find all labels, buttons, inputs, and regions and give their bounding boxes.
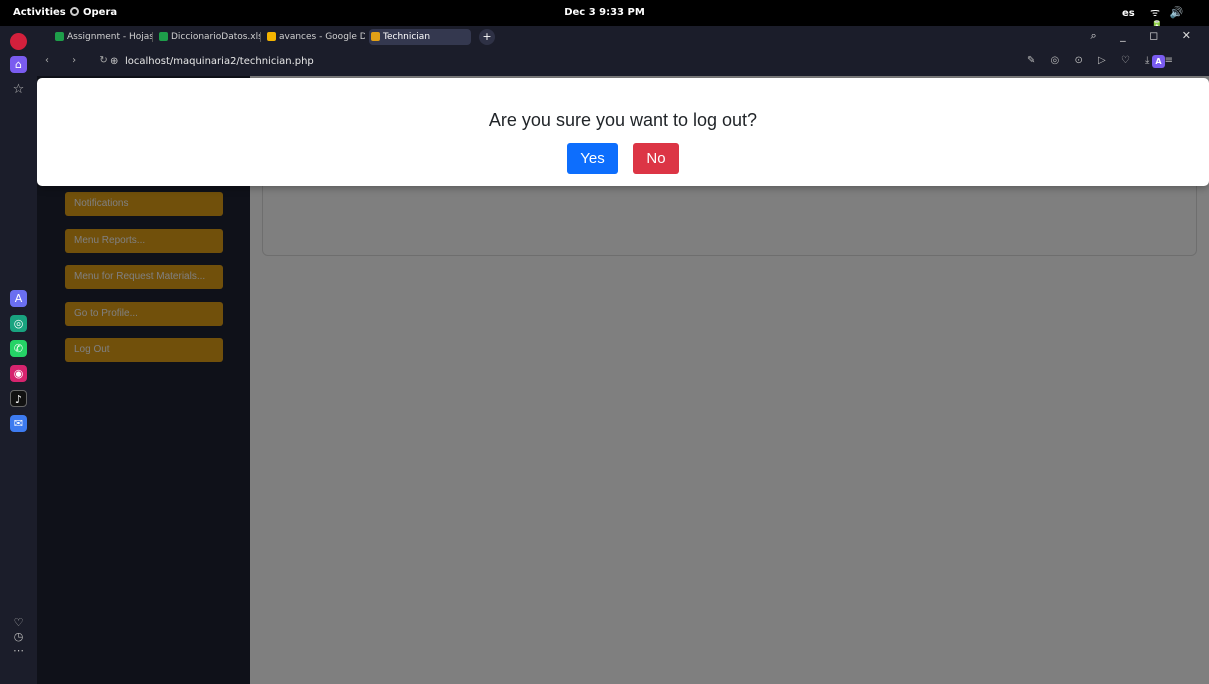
chatgpt-icon[interactable]: ◎ [10,315,27,332]
system-top-bar: Activities Opera Dec 3 9:33 PM es ᯤ 🔊 🔋 [0,0,1209,33]
tab-label: DiccionarioDatos.xls [171,32,261,42]
sidebar-bottom-icons[interactable]: ♡ ◷ ⋯ [10,616,27,676]
site-favicon-icon [371,32,380,41]
tab-diccionario[interactable]: DiccionarioDatos.xls [157,29,261,45]
clock[interactable]: Dec 3 9:33 PM [0,7,1209,18]
tab-technician[interactable]: Technician [369,29,471,45]
logout-confirm-dialog: Are you sure you want to log out? Yes No [37,78,1209,186]
navigation-buttons[interactable]: ‹ › ↻ [45,55,118,66]
opera-sidebar: ⌂ ☆ A ◎ ✆ ◉ ♪ ✉ ♡ ◷ ⋯ [0,26,37,684]
tab-label: Assignment - Hojas [67,32,153,42]
language-indicator[interactable]: es [1122,8,1135,19]
yes-button[interactable]: Yes [567,143,618,174]
instagram-icon[interactable]: ◉ [10,365,27,382]
address-bar: ‹ › ↻ ⊕ localhost/maquinaria2/technician… [37,48,1209,76]
whatsapp-icon[interactable]: ✆ [10,340,27,357]
tab-avances[interactable]: avances - Google Dri [265,29,365,45]
window-controls[interactable]: ⌕ _ ◻ ✕ [1091,29,1202,43]
tab-strip: Assignment - Hojas DiccionarioDatos.xls … [37,26,1209,48]
tab-label: avances - Google Dri [279,32,365,42]
new-tab-button[interactable]: + [479,29,495,45]
url-field[interactable]: localhost/maquinaria2/technician.php [125,56,314,67]
tiktok-icon[interactable]: ♪ [10,390,27,407]
page-viewport: Notifications Menu Reports... Menu for R… [37,76,1209,684]
tab-assignment[interactable]: Assignment - Hojas [53,29,153,45]
messenger-icon[interactable]: ✉ [10,415,27,432]
no-button[interactable]: No [633,143,679,174]
sheets-icon [159,32,168,41]
opera-logo-icon[interactable] [10,33,27,50]
drive-icon [267,32,276,41]
site-info-icon[interactable]: ⊕ [110,56,118,67]
bookmarks-star-icon[interactable]: ☆ [10,81,27,98]
profile-avatar[interactable]: A [1152,55,1165,68]
tab-label: Technician [383,32,431,42]
dialog-message: Are you sure you want to log out? [488,110,758,130]
aria-icon[interactable]: A [10,290,27,307]
home-icon[interactable]: ⌂ [10,56,27,73]
sheets-icon [55,32,64,41]
